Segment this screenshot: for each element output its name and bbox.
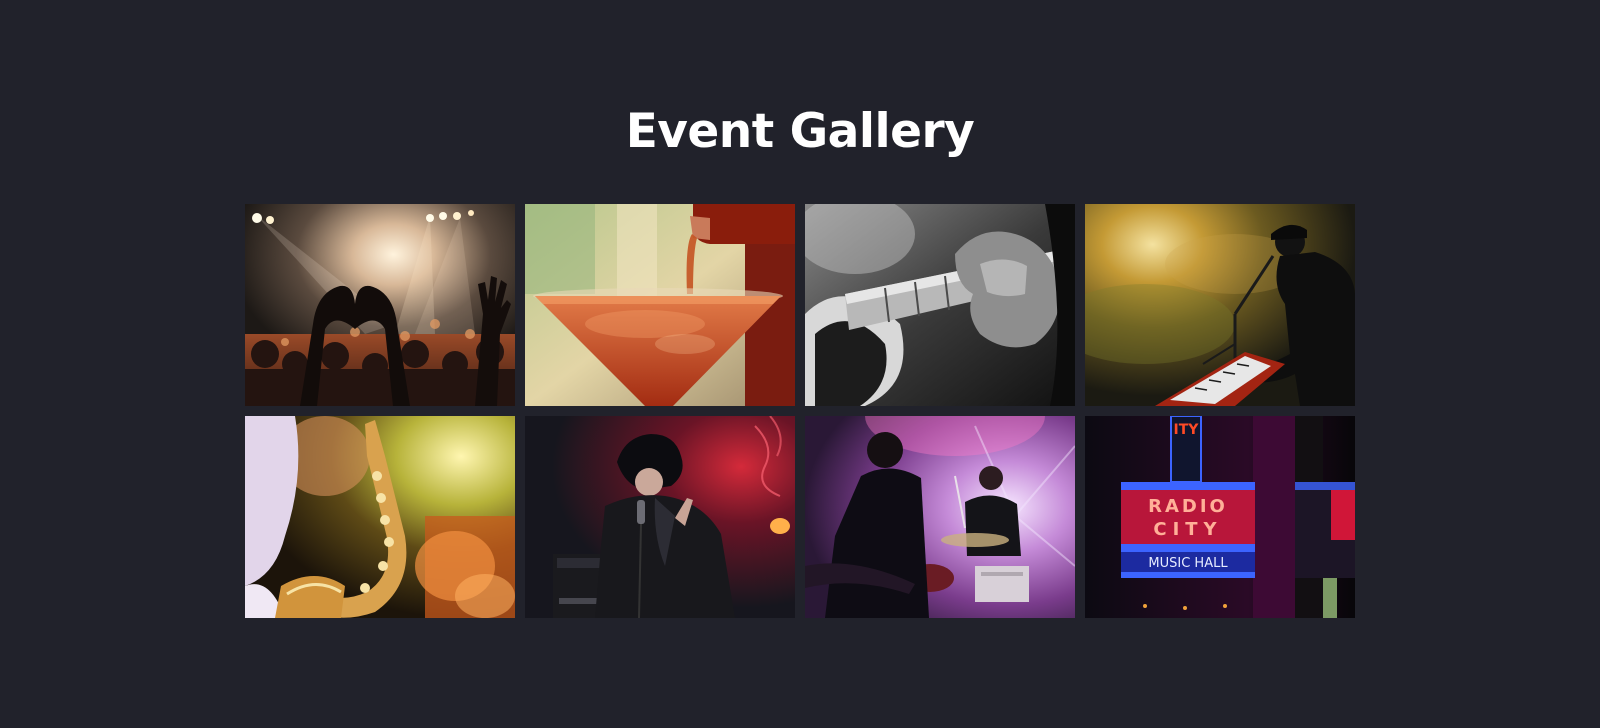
rock-singer-photo-icon — [525, 416, 795, 618]
neon-sign-top-text: ITY — [1174, 422, 1200, 438]
neon-sign-music-hall-text: MUSIC HALL — [1148, 556, 1228, 571]
neon-sign-photo-icon: ITY RADIO CITY MUSIC HALL — [1085, 416, 1355, 618]
gallery-photo-band[interactable] — [805, 416, 1075, 618]
gallery-grid: ITY RADIO CITY MUSIC HALL — [245, 204, 1355, 618]
guitar-photo-icon — [805, 204, 1075, 406]
keyboard-singer-photo-icon — [1085, 204, 1355, 406]
gallery-photo-rock-singer[interactable] — [525, 416, 795, 618]
gallery-photo-neon-sign[interactable]: ITY RADIO CITY MUSIC HALL — [1085, 416, 1355, 618]
cocktail-photo-icon — [525, 204, 795, 406]
concert-crowd-photo-icon — [245, 204, 515, 406]
gallery-photo-guitar[interactable] — [805, 204, 1075, 406]
gallery-photo-cocktail[interactable] — [525, 204, 795, 406]
gallery-photo-saxophone[interactable] — [245, 416, 515, 618]
gallery-photo-concert-crowd[interactable] — [245, 204, 515, 406]
page-title: Event Gallery — [625, 104, 975, 159]
gallery-photo-keyboard-singer[interactable] — [1085, 204, 1355, 406]
neon-sign-city-text: CITY — [1153, 519, 1222, 540]
band-photo-icon — [805, 416, 1075, 618]
neon-sign-radio-text: RADIO — [1148, 496, 1228, 517]
saxophone-photo-icon — [245, 416, 515, 618]
event-gallery-section: Event Gallery ITY RADIO CITY MUSIC HALL — [0, 0, 1600, 728]
